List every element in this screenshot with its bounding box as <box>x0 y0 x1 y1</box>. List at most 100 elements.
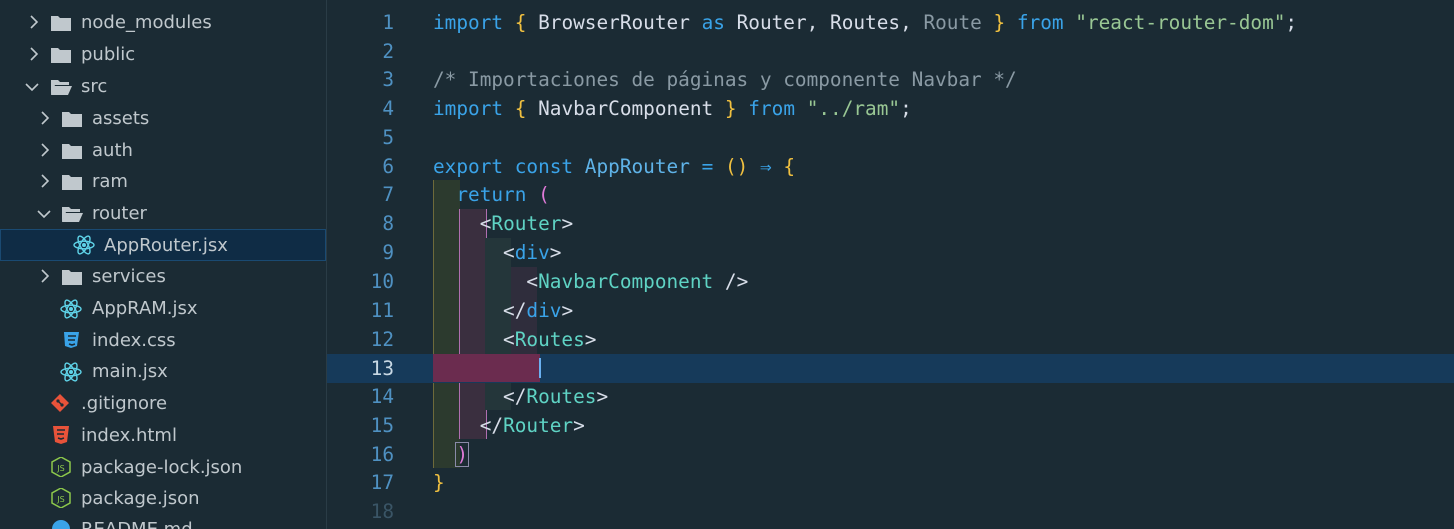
chevron-right-icon <box>27 47 41 61</box>
line-number: 10 <box>370 270 394 293</box>
line-number: 8 <box>382 212 394 235</box>
tree-item-label: assets <box>92 108 150 129</box>
folder-icon <box>61 109 83 129</box>
code-token: Router <box>736 11 807 34</box>
code-line: 3 /* Importaciones de páginas y componen… <box>327 65 1454 94</box>
code-line: 10 <NavbarComponent /> <box>327 267 1454 296</box>
code-line: 7 return ( <box>327 180 1454 209</box>
tree-item-label: package-lock.json <box>81 457 243 478</box>
folder-open-icon <box>61 204 83 224</box>
tree-item-gitignore[interactable]: .gitignore <box>0 388 326 419</box>
code-line: 1 import { BrowserRouter as Router, Rout… <box>327 8 1454 37</box>
tree-item-label: public <box>81 44 136 65</box>
react-icon <box>60 362 82 382</box>
code-editor[interactable]: 1 import { BrowserRouter as Router, Rout… <box>327 0 1454 529</box>
tree-item-label: README.md <box>81 519 193 529</box>
svg-text:JS: JS <box>56 495 64 504</box>
folder-icon <box>61 141 83 161</box>
tree-item-label: services <box>92 266 166 287</box>
react-icon <box>60 299 82 319</box>
chevron-right-icon <box>38 269 52 283</box>
folder-icon <box>61 267 83 287</box>
code-token: from <box>1016 11 1064 34</box>
tree-item-ram[interactable]: ram <box>0 166 326 197</box>
code-line: 12 <Routes> <box>327 325 1454 354</box>
chevron-right-icon <box>38 111 52 125</box>
tree-item-label: package.json <box>81 488 200 509</box>
chevron-down-icon <box>37 207 51 221</box>
line-number: 18 <box>370 500 394 523</box>
code-token: import <box>433 11 504 34</box>
line-number: 16 <box>370 443 394 466</box>
tree-item-public[interactable]: public <box>0 39 326 70</box>
tree-item-label: index.css <box>92 330 176 351</box>
code-token: "../ram" <box>806 97 901 120</box>
code-token: NavbarComponent <box>538 97 714 120</box>
code-token: as <box>701 11 725 34</box>
vscode-window: node_modules public src assets auth ram … <box>0 0 1454 529</box>
svg-text:JS: JS <box>56 464 64 473</box>
tree-item-services[interactable]: services <box>0 261 326 292</box>
tree-item-package-json[interactable]: JS package.json <box>0 483 326 514</box>
tree-item-label: ram <box>92 171 128 192</box>
line-number: 6 <box>382 155 394 178</box>
code-token: import <box>433 97 504 120</box>
tree-item-package-lock-json[interactable]: JS package-lock.json <box>0 452 326 483</box>
tree-item-index-css[interactable]: index.css <box>0 325 326 356</box>
code-token: return <box>456 183 527 206</box>
line-number: 2 <box>382 40 394 63</box>
code-line: 17 } <box>327 468 1454 497</box>
code-token: Routes <box>830 11 901 34</box>
line-number: 7 <box>382 183 394 206</box>
tree-item-index-html[interactable]: index.html <box>0 420 326 451</box>
git-icon <box>50 393 72 413</box>
code-line: 14 </Routes> <box>327 382 1454 411</box>
code-token: Route <box>923 11 982 34</box>
whitespace-highlight <box>433 354 540 382</box>
tree-item-label: AppRouter.jsx <box>104 234 228 256</box>
line-number: 9 <box>382 241 394 264</box>
code-line: 18 <box>327 497 1454 526</box>
folder-icon <box>61 172 83 192</box>
line-number: 1 <box>382 11 394 34</box>
folder-icon <box>50 45 72 65</box>
tree-item-assets[interactable]: assets <box>0 103 326 134</box>
tree-item-src[interactable]: src <box>0 71 326 102</box>
tree-item-auth[interactable]: auth <box>0 135 326 166</box>
tree-item-label: node_modules <box>81 12 212 33</box>
code-token: export <box>433 155 504 178</box>
tree-item-label: main.jsx <box>92 361 168 382</box>
code-line: 8 <Router> <box>327 209 1454 238</box>
line-number: 4 <box>382 97 394 120</box>
code-comment: /* Importaciones de páginas y componente… <box>433 68 1017 91</box>
code-token: const <box>514 155 574 178</box>
code-line: 5 <box>327 123 1454 152</box>
tree-item-label: .gitignore <box>81 393 168 414</box>
tree-item-node-modules[interactable]: node_modules <box>0 7 326 38</box>
line-number: 11 <box>370 299 394 322</box>
code-token: Routes <box>526 385 597 408</box>
code-line: 6 export const AppRouter = () ⇒ { <box>327 152 1454 181</box>
tree-item-label: auth <box>92 140 133 161</box>
code-line: 15 </Router> <box>327 411 1454 440</box>
line-number: 15 <box>370 414 394 437</box>
tree-item-approuter-jsx[interactable]: AppRouter.jsx <box>0 229 326 261</box>
line-number: 5 <box>382 126 394 149</box>
code-token: BrowserRouter <box>538 11 690 34</box>
tree-item-main-jsx[interactable]: main.jsx <box>0 356 326 387</box>
tree-item-router[interactable]: router <box>0 198 326 229</box>
chevron-right-icon <box>38 143 52 157</box>
code-token: div <box>514 241 550 264</box>
tree-item-label: AppRAM.jsx <box>92 298 198 319</box>
line-number: 12 <box>370 328 394 351</box>
line-number: 14 <box>370 385 394 408</box>
tree-item-label: src <box>81 76 108 97</box>
code-token: Router <box>491 212 562 235</box>
tree-item-appram-jsx[interactable]: AppRAM.jsx <box>0 293 326 324</box>
nodejs-icon: JS <box>50 457 72 477</box>
tree-item-readme-md[interactable]: README.md <box>0 514 326 529</box>
chevron-right-icon <box>38 174 52 188</box>
code-line: 9 <div> <box>327 238 1454 267</box>
chevron-down-icon <box>25 80 39 94</box>
tree-item-label: index.html <box>81 425 177 446</box>
